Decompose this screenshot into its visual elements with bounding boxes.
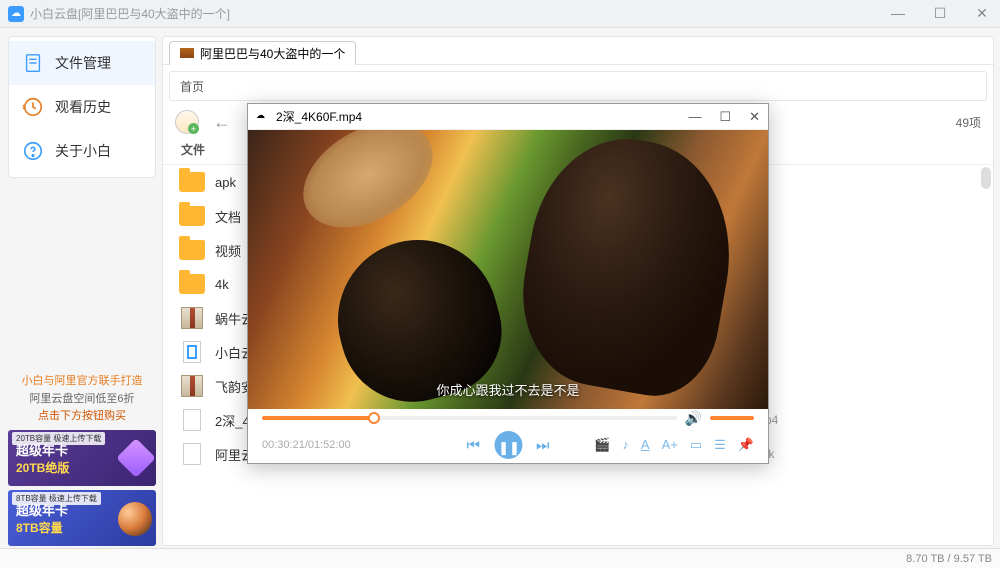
video-viewport[interactable]: 你成心跟我过不去是不是 <box>248 130 768 409</box>
pause-button[interactable]: ❚❚ <box>494 431 522 459</box>
progress-thumb[interactable] <box>368 412 380 424</box>
font-plus-icon[interactable]: A+ <box>662 437 678 453</box>
history-icon <box>21 95 45 119</box>
sidebar-item-about[interactable]: 关于小白 <box>9 129 155 173</box>
font-icon[interactable]: A <box>641 437 650 453</box>
tab-icon <box>180 48 194 58</box>
status-bar: 8.70 TB / 9.57 TB <box>0 548 1000 568</box>
close-button[interactable]: ✕ <box>972 5 992 22</box>
file-icon <box>179 409 205 431</box>
screen-icon[interactable]: ▭ <box>690 437 702 453</box>
player-titlebar[interactable]: ☁ 2深_4K60F.mp4 — ☐ ✕ <box>248 104 768 130</box>
list-icon[interactable]: ☰ <box>714 437 726 453</box>
folder-icon <box>179 171 205 193</box>
docblue-icon <box>179 341 205 363</box>
about-icon <box>21 139 45 163</box>
item-count: 49项 <box>956 114 981 131</box>
volume-track[interactable] <box>710 416 754 420</box>
sidebar-item-file-manage[interactable]: 文件管理 <box>9 41 155 85</box>
player-app-icon: ☁ <box>256 110 270 124</box>
tab-label: 阿里巴巴与40大盗中的一个 <box>200 45 345 62</box>
app-icon: ☁ <box>8 6 24 22</box>
sidebar: 文件管理 观看历史 关于小白 小白与阿里官方联手打造 阿里云盘空间低至6折 点击… <box>8 36 156 546</box>
video-subtitle: 你成心跟我过不去是不是 <box>248 380 768 399</box>
sidebar-item-label: 文件管理 <box>55 53 111 73</box>
next-button[interactable]: ⏭ <box>536 437 550 454</box>
promo-text: 小白与阿里官方联手打造 阿里云盘空间低至6折 点击下方按钮购买 <box>8 373 156 426</box>
playback-time: 00:30:21/01:52:00 <box>262 439 382 451</box>
file-icon <box>179 443 205 465</box>
storage-info: 8.70 TB / 9.57 TB <box>906 553 992 565</box>
folder-icon <box>179 273 205 295</box>
folder-icon <box>179 205 205 227</box>
music-icon[interactable]: ♪ <box>622 437 629 453</box>
promo-banner-20tb[interactable]: 20TB容量 极速上传下载 超级年卡 20TB绝版 <box>8 430 156 486</box>
tab-bar: 阿里巴巴与40大盗中的一个 <box>163 37 993 65</box>
player-title: 2深_4K60F.mp4 <box>276 108 362 125</box>
player-maximize-button[interactable]: ☐ <box>719 109 731 125</box>
titlebar: ☁ 小白云盘[阿里巴巴与40大盗中的一个] — ☐ ✕ <box>0 0 1000 28</box>
prev-button[interactable]: ⏮ <box>466 437 480 454</box>
col-name: 文件 <box>181 141 205 158</box>
archive-icon <box>179 375 205 397</box>
window-title: 小白云盘[阿里巴巴与40大盗中的一个] <box>30 5 230 22</box>
add-folder-button[interactable] <box>175 110 199 134</box>
sidebar-item-history[interactable]: 观看历史 <box>9 85 155 129</box>
window-buttons: — ☐ ✕ <box>888 5 992 22</box>
archive-icon <box>179 307 205 329</box>
tab-root[interactable]: 阿里巴巴与40大盗中的一个 <box>169 41 356 65</box>
folder-icon <box>179 239 205 261</box>
back-button[interactable]: ← <box>211 111 233 133</box>
minimize-button[interactable]: — <box>888 5 908 22</box>
planet-icon <box>118 502 152 536</box>
maximize-button[interactable]: ☐ <box>930 5 950 22</box>
file-manage-icon <box>21 51 45 75</box>
video-player-window: ☁ 2深_4K60F.mp4 — ☐ ✕ 你成心跟我过不去是不是 🔊 00:30… <box>247 103 769 464</box>
progress-bar-row: 🔊 <box>248 409 768 427</box>
sidebar-item-label: 关于小白 <box>55 141 111 161</box>
promo-banner-8tb[interactable]: 8TB容量 极速上传下载 超级年卡 8TB容量 <box>8 490 156 546</box>
player-close-button[interactable]: ✕ <box>749 109 760 125</box>
breadcrumb[interactable]: 首页 <box>169 71 987 101</box>
sidebar-item-label: 观看历史 <box>55 97 111 117</box>
player-minimize-button[interactable]: — <box>688 109 701 125</box>
progress-track[interactable] <box>262 416 677 420</box>
player-controls: 00:30:21/01:52:00 ⏮ ❚❚ ⏭ 🎬 ♪ A A+ ▭ ☰ 📌 <box>248 427 768 463</box>
pin-icon[interactable]: 📌 <box>738 437 754 453</box>
clapper-icon[interactable]: 🎬 <box>594 437 610 453</box>
scrollbar-thumb[interactable] <box>981 167 991 189</box>
volume-icon[interactable]: 🔊 <box>685 410 702 427</box>
